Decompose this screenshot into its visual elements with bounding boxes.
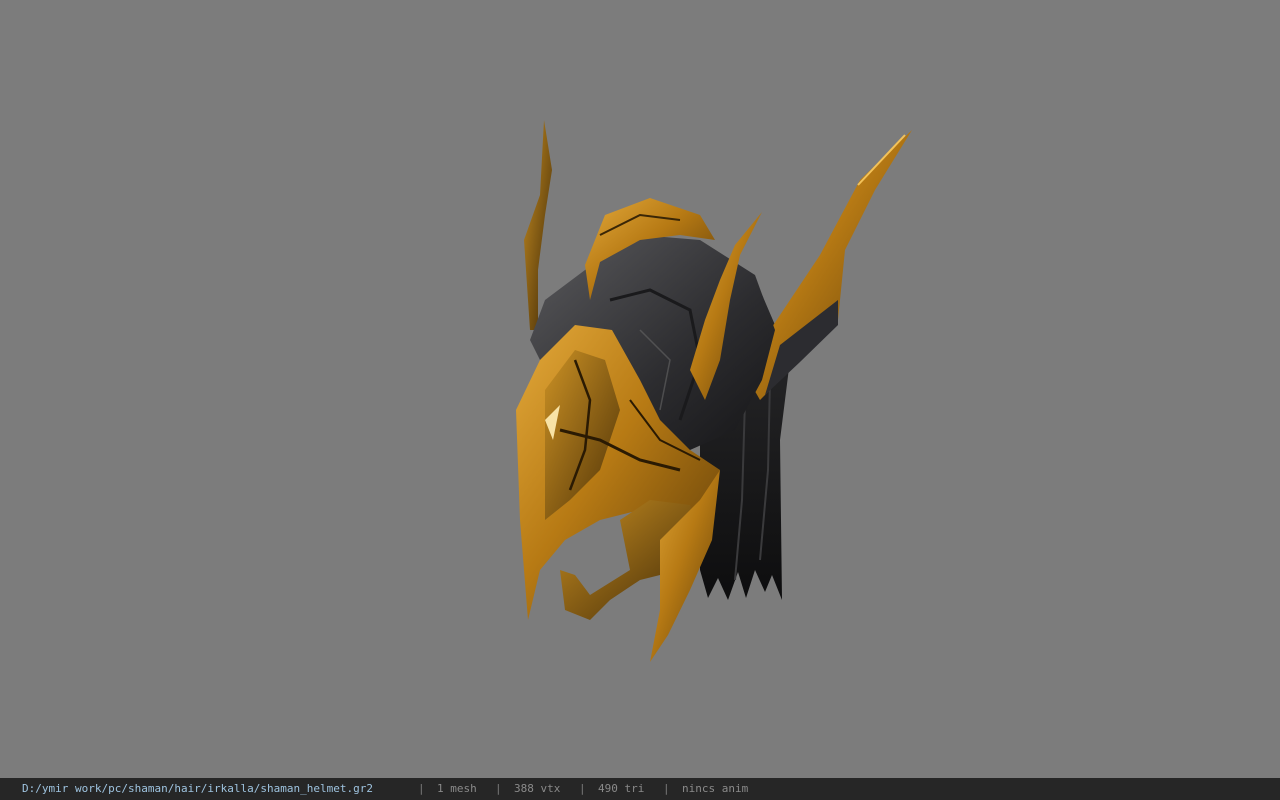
vertex-count: 388 vtx bbox=[514, 782, 561, 795]
separator: | bbox=[579, 782, 586, 795]
file-path: D:/ymir work/pc/shaman/hair/irkalla/sham… bbox=[22, 782, 373, 795]
triangle-count: 490 tri bbox=[598, 782, 645, 795]
status-bar: D:/ymir work/pc/shaman/hair/irkalla/sham… bbox=[0, 778, 1280, 800]
animation-status: nincs anim bbox=[682, 782, 749, 795]
separator: | bbox=[495, 782, 502, 795]
separator: | bbox=[418, 782, 425, 795]
model-viewport[interactable] bbox=[0, 0, 1280, 778]
mesh-count: 1 mesh bbox=[437, 782, 477, 795]
helmet-model[interactable] bbox=[0, 0, 1280, 778]
separator: | bbox=[663, 782, 670, 795]
